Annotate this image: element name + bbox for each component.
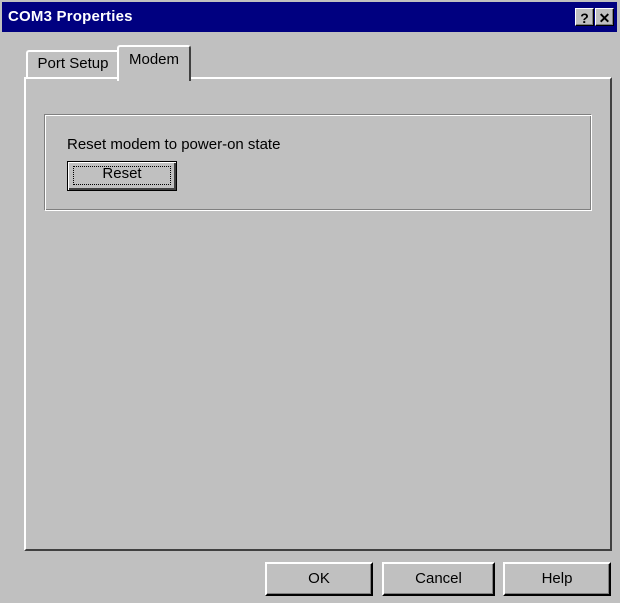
reset-button[interactable]: Reset: [67, 161, 177, 191]
tab-panel-modem: Reset modem to power-on state Reset: [24, 77, 612, 551]
tab-port-setup[interactable]: Port Setup: [26, 50, 120, 78]
cancel-button[interactable]: Cancel: [382, 562, 495, 596]
close-icon: ✕: [598, 10, 611, 26]
reset-modem-label: Reset modem to power-on state: [67, 136, 281, 153]
help-button-label: Help: [541, 570, 573, 587]
ok-button[interactable]: OK: [265, 562, 373, 596]
properties-dialog: COM3 Properties ? ✕ Port Setup Modem Res…: [0, 0, 620, 603]
help-button[interactable]: Help: [503, 562, 611, 596]
focus-rectangle: [73, 166, 171, 185]
tab-port-setup-label: Port Setup: [37, 55, 109, 72]
question-mark-icon: ?: [580, 10, 589, 26]
cancel-button-label: Cancel: [415, 570, 462, 587]
ok-button-label: OK: [308, 570, 330, 587]
tab-modem-label: Modem: [128, 51, 180, 68]
reset-modem-group: Reset modem to power-on state Reset: [44, 114, 592, 211]
close-button[interactable]: ✕: [595, 8, 614, 26]
window-title: COM3 Properties: [8, 8, 133, 25]
context-help-button[interactable]: ?: [575, 8, 594, 26]
tab-modem[interactable]: Modem: [117, 45, 191, 81]
title-bar[interactable]: COM3 Properties ? ✕: [2, 2, 617, 32]
